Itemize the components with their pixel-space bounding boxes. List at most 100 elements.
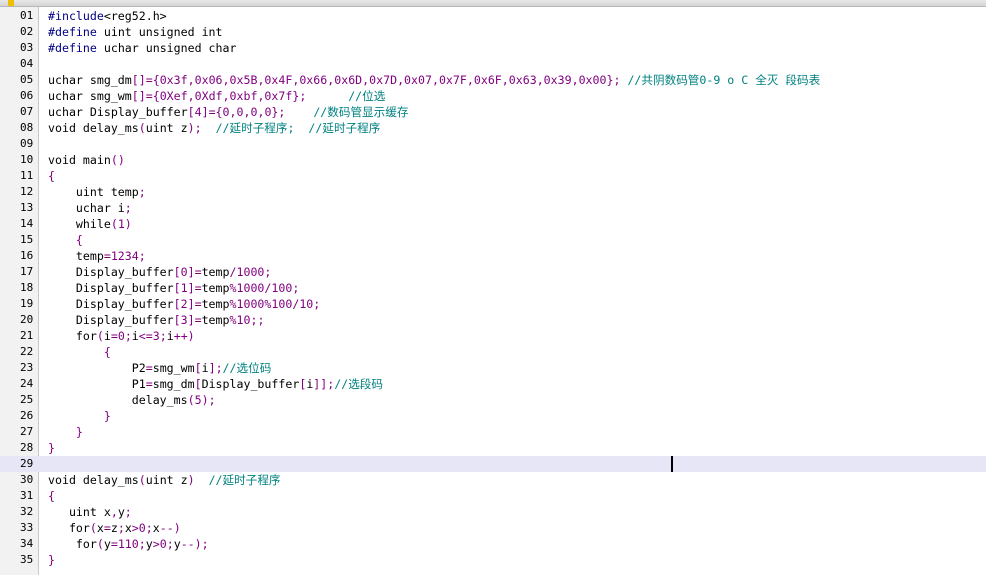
- line-number: 34: [20, 537, 34, 550]
- line-number: 25: [20, 393, 34, 406]
- code-line[interactable]: 26 }: [0, 408, 986, 424]
- line-number: 13: [20, 201, 34, 214]
- line-number: 04: [20, 57, 34, 70]
- line-code: uint x,y;: [48, 505, 132, 519]
- code-line[interactable]: 24 P1=smg_dm[Display_buffer[i]];//选段码: [0, 376, 986, 392]
- line-number: 24: [20, 377, 34, 390]
- line-code: {: [103, 345, 111, 359]
- code-line[interactable]: 04: [0, 56, 986, 72]
- line-number: 03: [20, 41, 34, 54]
- code-line[interactable]: 22 {: [0, 344, 986, 360]
- code-line[interactable]: 05 uchar smg_dm[]={0x3f,0x06,0x5B,0x4F,0x…: [0, 72, 986, 88]
- code-line[interactable]: 09: [0, 136, 986, 152]
- line-code: {: [48, 489, 55, 503]
- line-code: #define uint unsigned int: [48, 25, 223, 39]
- line-code: }: [75, 425, 83, 439]
- line-number: 19: [20, 297, 34, 310]
- code-line[interactable]: 29: [0, 456, 986, 472]
- line-code: uchar smg_dm[]={0x3f,0x06,0x5B,0x4F,0x66…: [48, 73, 821, 87]
- line-number: 21: [20, 329, 34, 342]
- line-number: 22: [20, 345, 34, 358]
- line-number: 23: [20, 361, 34, 374]
- line-number: 18: [20, 281, 34, 294]
- code-editor[interactable]: 01 #include<reg52.h> 02 #define uint unsign…: [0, 8, 986, 568]
- line-code: for(i=0;i<=3;i++): [48, 329, 195, 343]
- line-number: 14: [20, 217, 34, 230]
- code-line[interactable]: 15 {: [0, 232, 986, 248]
- code-line[interactable]: 25 delay_ms(5);: [0, 392, 986, 408]
- line-code: uchar smg_wm[]={0Xef,0Xdf,0xbf,0x7f}; //…: [48, 89, 386, 103]
- code-line[interactable]: 35}: [0, 552, 986, 568]
- code-line[interactable]: 31 {: [0, 488, 986, 504]
- line-number: 10: [20, 153, 34, 166]
- code-line[interactable]: 08 void delay_ms(uint z); //延时子程序; //延时子程…: [0, 120, 986, 136]
- code-line[interactable]: 30 void delay_ms(uint z) //延时子程序: [0, 472, 986, 488]
- line-number: 31: [20, 489, 34, 502]
- line-code: #include<reg52.h>: [48, 9, 167, 23]
- line-number: 08: [20, 121, 34, 134]
- line-number: 30: [20, 473, 34, 486]
- line-code: temp=1234;: [48, 249, 146, 263]
- code-line[interactable]: 19 Display_buffer[2]=temp%1000%100/10;: [0, 296, 986, 312]
- code-line[interactable]: 32 uint x,y;: [0, 504, 986, 520]
- code-line[interactable]: 03 #define uchar unsigned char: [0, 40, 986, 56]
- line-number: 33: [20, 521, 34, 534]
- line-code: {: [75, 233, 83, 247]
- code-line[interactable]: 16 temp=1234;: [0, 248, 986, 264]
- code-line[interactable]: 20 Display_buffer[3]=temp%10;;: [0, 312, 986, 328]
- code-line[interactable]: 06 uchar smg_wm[]={0Xef,0Xdf,0xbf,0x7f}; …: [0, 88, 986, 104]
- line-code: uchar Display_buffer[4]={0,0,0,0}; //数码管…: [48, 105, 409, 119]
- code-line[interactable]: 23 P2=smg_wm[i];//选位码: [0, 360, 986, 376]
- code-line[interactable]: 34 for(y=110;y>0;y--);: [0, 536, 986, 552]
- line-code: #define uchar unsigned char: [48, 41, 237, 55]
- line-code: }: [48, 553, 55, 567]
- code-line[interactable]: 11 {: [0, 168, 986, 184]
- line-code: delay_ms(5);: [48, 393, 216, 407]
- line-code: Display_buffer[1]=temp%1000/100;: [48, 281, 300, 295]
- line-code: uint temp;: [48, 185, 146, 199]
- line-code: }: [48, 441, 55, 455]
- code-line[interactable]: 12 uint temp;: [0, 184, 986, 200]
- code-line[interactable]: 02 #define uint unsigned int: [0, 24, 986, 40]
- active-tab-marker[interactable]: [8, 0, 14, 6]
- code-line[interactable]: 21 for(i=0;i<=3;i++): [0, 328, 986, 344]
- line-number: 20: [20, 313, 34, 326]
- line-number: 29: [20, 457, 34, 470]
- line-number: 26: [20, 409, 34, 422]
- code-line[interactable]: 10 void main(): [0, 152, 986, 168]
- code-line[interactable]: 07 uchar Display_buffer[4]={0,0,0,0}; //数…: [0, 104, 986, 120]
- code-line[interactable]: 33 for(x=z;x>0;x--): [0, 520, 986, 536]
- line-code: void delay_ms(uint z); //延时子程序; //延时子程序: [48, 121, 381, 135]
- code-line[interactable]: 28}: [0, 440, 986, 456]
- window-top-bar: [0, 0, 986, 7]
- line-code: Display_buffer[0]=temp/1000;: [48, 265, 272, 279]
- code-line[interactable]: 13 uchar i;: [0, 200, 986, 216]
- line-number: 02: [20, 25, 34, 38]
- line-number: 05: [20, 73, 34, 86]
- line-code: void main(): [48, 153, 125, 167]
- line-code: }: [103, 409, 111, 423]
- line-number: 12: [20, 185, 34, 198]
- line-code: for(y=110;y>0;y--);: [48, 537, 209, 551]
- line-number: 27: [20, 425, 34, 438]
- line-code: void delay_ms(uint z) //延时子程序: [48, 473, 281, 487]
- line-number: 09: [20, 137, 34, 150]
- code-line[interactable]: 14 while(1): [0, 216, 986, 232]
- line-code: while(1): [48, 217, 132, 231]
- code-line[interactable]: 18 Display_buffer[1]=temp%1000/100;: [0, 280, 986, 296]
- line-number: 07: [20, 105, 34, 118]
- line-number: 16: [20, 249, 34, 262]
- line-number: 15: [20, 233, 34, 246]
- line-code: P1=smg_dm[Display_buffer[i]];//选段码: [48, 377, 383, 391]
- line-code: for(x=z;x>0;x--): [48, 521, 181, 535]
- line-number: 11: [20, 169, 34, 182]
- line-number: 32: [20, 505, 34, 518]
- line-number: 35: [20, 553, 34, 566]
- line-number: 17: [20, 265, 34, 278]
- line-code: uchar i;: [48, 201, 132, 215]
- code-line[interactable]: 01 #include<reg52.h>: [0, 8, 986, 24]
- line-code: {: [48, 169, 55, 183]
- code-line[interactable]: 27 }: [0, 424, 986, 440]
- code-line[interactable]: 17 Display_buffer[0]=temp/1000;: [0, 264, 986, 280]
- line-number: 01: [20, 9, 34, 22]
